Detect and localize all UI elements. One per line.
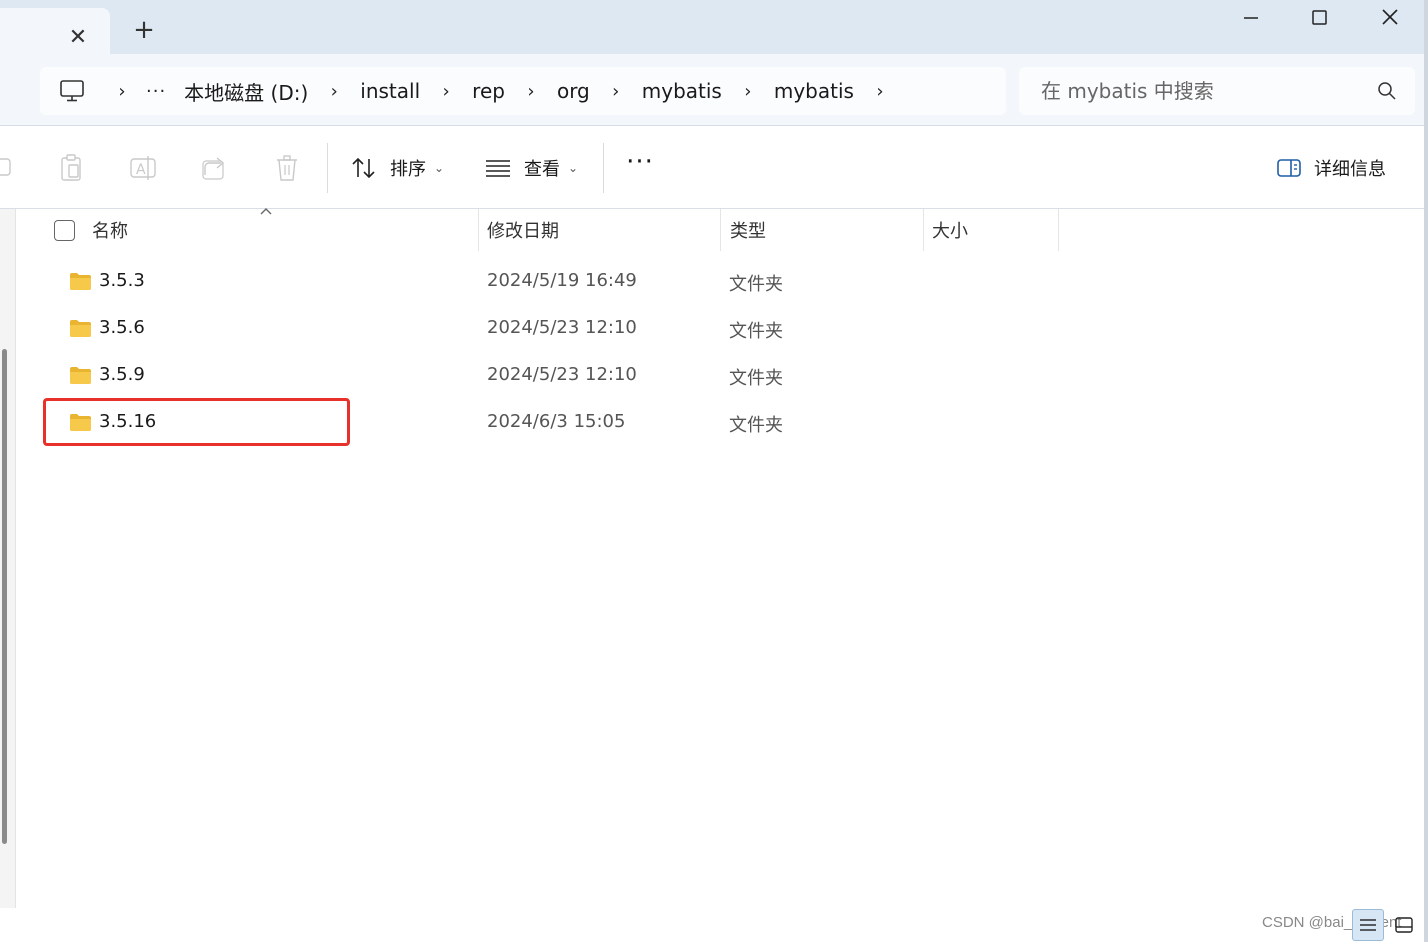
minimize-button[interactable] bbox=[1238, 6, 1266, 30]
sort-button[interactable]: 排序 ⌄ bbox=[350, 149, 444, 187]
status-bar bbox=[0, 908, 1424, 942]
tiles-view-icon bbox=[1395, 917, 1413, 933]
column-divider[interactable] bbox=[1058, 209, 1059, 251]
close-window-button[interactable] bbox=[1376, 6, 1404, 30]
breadcrumb-rep[interactable]: rep bbox=[468, 79, 509, 103]
column-header-name[interactable]: 名称 bbox=[92, 209, 472, 251]
chevron-right-icon[interactable]: › bbox=[110, 79, 134, 103]
details-view-button[interactable] bbox=[1352, 909, 1384, 941]
window-border bbox=[1424, 0, 1428, 942]
column-type-label: 类型 bbox=[730, 221, 766, 242]
file-type: 文件夹 bbox=[729, 415, 783, 436]
more-options-button[interactable]: ··· bbox=[622, 149, 658, 183]
sort-label: 排序 bbox=[390, 159, 426, 180]
file-name: 3.5.6 bbox=[99, 317, 145, 338]
folder-icon bbox=[70, 367, 91, 384]
breadcrumb-mybatis-parent[interactable]: mybatis bbox=[638, 79, 726, 103]
this-pc-icon[interactable] bbox=[58, 77, 86, 105]
maximize-icon bbox=[1312, 10, 1327, 25]
details-view-icon bbox=[1360, 919, 1376, 931]
chevron-right-icon[interactable]: › bbox=[604, 79, 628, 103]
chevron-right-icon[interactable]: › bbox=[322, 79, 346, 103]
folder-icon bbox=[70, 273, 91, 290]
details-label: 详细信息 bbox=[1314, 159, 1386, 180]
share-icon[interactable] bbox=[200, 153, 230, 183]
breadcrumb-mybatis-current[interactable]: mybatis bbox=[770, 79, 858, 103]
file-modified: 2024/5/23 12:10 bbox=[487, 317, 637, 338]
folder-icon bbox=[70, 320, 91, 337]
new-tab-button[interactable]: + bbox=[132, 17, 156, 43]
column-divider[interactable] bbox=[478, 209, 479, 251]
breadcrumb-install[interactable]: install bbox=[356, 79, 424, 103]
address-row: › ··· 本地磁盘 (D:) › install › rep › org › … bbox=[0, 54, 1428, 126]
navigation-scrollbar[interactable] bbox=[2, 349, 7, 844]
column-header-type[interactable]: 类型 bbox=[730, 209, 920, 251]
file-type: 文件夹 bbox=[729, 321, 783, 342]
active-tab[interactable]: ✕ bbox=[0, 8, 110, 54]
command-bar: A 排序 ⌄ 查看 ⌄ ··· 详细信息 bbox=[0, 127, 1428, 209]
file-modified: 2024/5/23 12:10 bbox=[487, 364, 637, 385]
file-row[interactable]: 3.5.3 2024/5/19 16:49 文件夹 bbox=[16, 260, 1056, 304]
toolbar-divider bbox=[327, 143, 328, 193]
view-list-icon bbox=[486, 160, 510, 177]
search-icon[interactable] bbox=[1375, 79, 1399, 103]
file-modified: 2024/5/19 16:49 bbox=[487, 270, 637, 291]
file-type: 文件夹 bbox=[729, 274, 783, 295]
cut-icon[interactable] bbox=[0, 153, 16, 183]
column-divider[interactable] bbox=[923, 209, 924, 251]
select-all-checkbox[interactable] bbox=[54, 220, 75, 241]
file-row[interactable]: 3.5.9 2024/5/23 12:10 文件夹 bbox=[16, 354, 1056, 398]
chevron-right-icon[interactable]: › bbox=[519, 79, 543, 103]
maximize-button[interactable] bbox=[1306, 6, 1334, 30]
chevron-right-icon[interactable]: › bbox=[736, 79, 760, 103]
hidden-crumbs-button[interactable]: ··· bbox=[146, 81, 166, 102]
close-icon bbox=[1382, 9, 1398, 25]
file-name: 3.5.9 bbox=[99, 364, 145, 385]
breadcrumb-org[interactable]: org bbox=[553, 79, 594, 103]
toolbar-divider bbox=[603, 143, 604, 193]
tab-close-icon[interactable]: ✕ bbox=[66, 26, 90, 50]
column-size-label: 大小 bbox=[932, 221, 968, 242]
column-modified-label: 修改日期 bbox=[487, 221, 559, 242]
column-divider[interactable] bbox=[720, 209, 721, 251]
view-button[interactable]: 查看 ⌄ bbox=[484, 149, 578, 187]
file-type: 文件夹 bbox=[729, 368, 783, 389]
chevron-right-icon[interactable]: › bbox=[434, 79, 458, 103]
chevron-down-icon: ⌄ bbox=[434, 161, 445, 175]
address-bar[interactable]: › ··· 本地磁盘 (D:) › install › rep › org › … bbox=[40, 67, 1006, 115]
sort-icon bbox=[352, 157, 375, 179]
title-bar: ✕ + bbox=[0, 0, 1428, 54]
file-row[interactable]: 3.5.6 2024/5/23 12:10 文件夹 bbox=[16, 307, 1056, 351]
paste-icon[interactable] bbox=[56, 153, 86, 183]
rename-icon[interactable]: A bbox=[128, 153, 158, 183]
svg-text:A: A bbox=[136, 162, 146, 178]
search-input[interactable] bbox=[1029, 73, 1359, 109]
delete-icon[interactable] bbox=[272, 153, 302, 183]
breadcrumb-drive-d[interactable]: 本地磁盘 (D:) bbox=[180, 77, 312, 106]
navigation-pane-edge bbox=[0, 209, 16, 909]
search-box[interactable] bbox=[1019, 67, 1415, 115]
highlight-annotation-box bbox=[43, 398, 350, 446]
view-label: 查看 bbox=[524, 159, 560, 180]
minimize-icon bbox=[1244, 17, 1258, 19]
details-pane-button[interactable]: 详细信息 bbox=[1276, 149, 1386, 187]
chevron-down-icon: ⌄ bbox=[568, 161, 579, 175]
file-name: 3.5.3 bbox=[99, 270, 145, 291]
file-modified: 2024/6/3 15:05 bbox=[487, 411, 626, 432]
column-header-size[interactable]: 大小 bbox=[932, 209, 1052, 251]
chevron-right-icon[interactable]: › bbox=[868, 79, 892, 103]
column-header-modified[interactable]: 修改日期 bbox=[487, 209, 715, 251]
column-name-label: 名称 bbox=[92, 221, 128, 242]
tiles-view-button[interactable] bbox=[1388, 909, 1420, 941]
details-pane-icon bbox=[1277, 159, 1301, 177]
